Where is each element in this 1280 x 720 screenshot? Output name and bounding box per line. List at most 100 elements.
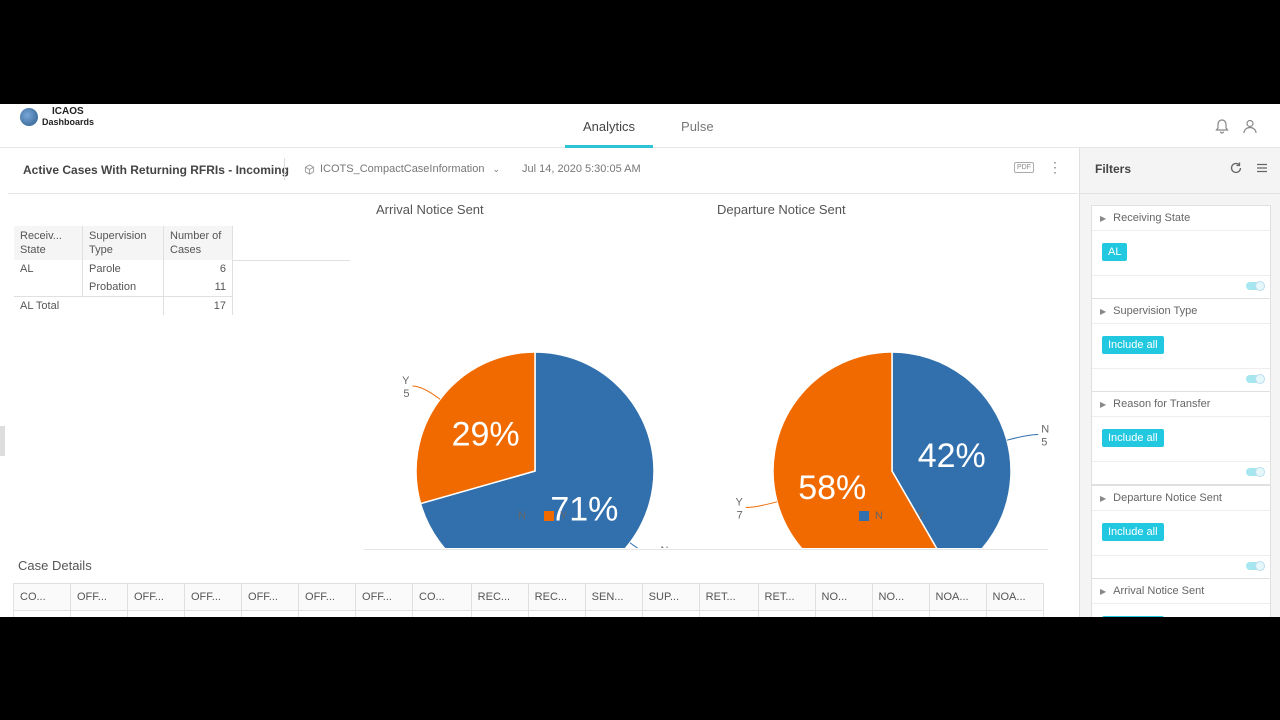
filter-card: ▶ Reason for Transfer Include all	[1091, 391, 1271, 485]
case-column-header[interactable]: RET...	[757, 583, 816, 611]
case-column-header[interactable]: SEN...	[584, 583, 643, 611]
left-panel-handle[interactable]	[0, 426, 5, 456]
filter-card-header[interactable]: ▶ Reason for Transfer	[1092, 392, 1270, 417]
case-column-header[interactable]: OFF...	[298, 583, 357, 611]
legend-label-n: N	[875, 510, 883, 522]
pie-leader-line	[745, 501, 778, 508]
case-column-header[interactable]: OFF...	[355, 583, 414, 611]
filter-card-label: Supervision Type	[1113, 305, 1198, 317]
case-cell: AL	[470, 610, 529, 617]
filter-card-label: Receiving State	[1113, 212, 1191, 224]
filter-value-chip[interactable]: Include all	[1102, 523, 1164, 541]
pie-outer-value: 5	[1041, 437, 1047, 449]
filter-card: ▶ Arrival Notice Sent Include all	[1091, 578, 1271, 617]
case-column-header[interactable]: OFF...	[127, 583, 185, 611]
filters-header: Filters	[1080, 148, 1280, 194]
tab-analytics[interactable]: Analytics	[565, 104, 654, 148]
tab-pulse[interactable]: Pulse	[663, 104, 732, 145]
case-column-header[interactable]: SUP...	[641, 583, 700, 611]
case-column-header[interactable]: RET...	[698, 583, 759, 611]
chevron-right-icon: ▶	[1100, 214, 1107, 223]
section-divider	[364, 549, 1048, 550]
filter-card-header[interactable]: ▶ Receiving State	[1092, 206, 1270, 231]
chevron-right-icon: ▶	[1100, 494, 1107, 503]
filter-value-chip[interactable]: Include all	[1102, 429, 1164, 447]
case-column-header[interactable]: NOA...	[928, 583, 987, 611]
case-cell: frankie	[527, 610, 586, 617]
main-nav: Analytics Pulse	[560, 104, 737, 148]
user-icon[interactable]	[1242, 118, 1258, 134]
filter-card-label: Reason for Transfer	[1113, 398, 1211, 410]
case-column-header[interactable]: NO...	[871, 583, 930, 611]
case-cell: 8/4/20...	[641, 610, 700, 617]
case-cell: Craig, Jr.	[183, 610, 243, 617]
case-column-header[interactable]: REC...	[527, 583, 586, 611]
refresh-icon[interactable]	[1229, 161, 1243, 180]
top-navigation-bar: ICAOS Dashboards Analytics Pulse	[0, 104, 1280, 148]
arrival-legend: N Y	[502, 510, 567, 522]
case-column-header[interactable]: OFF...	[70, 583, 128, 611]
legend-item-y[interactable]: Y	[900, 510, 925, 522]
bell-icon[interactable]	[1214, 118, 1230, 134]
legend-swatch-n	[859, 511, 869, 521]
case-details-table: CO... OFF... OFF... OFF... OFF... OFF... OFF..…	[13, 583, 1044, 617]
legend-swatch-y	[543, 511, 554, 521]
app-window: ICAOS Dashboards Analytics Pulse Active …	[0, 104, 1280, 617]
filter-card-label: Departure Notice Sent	[1113, 492, 1222, 504]
case-cell: 1389644	[13, 610, 71, 617]
pie-outer-label: N	[1041, 424, 1049, 436]
legend-item-n[interactable]: N	[859, 510, 883, 522]
filter-value-chip[interactable]: AL	[1102, 243, 1128, 261]
case-cell: 989339	[70, 610, 128, 617]
filter-card-header[interactable]: ▶ Departure Notice Sent	[1092, 486, 1270, 511]
pie-outer-label: N	[661, 545, 669, 548]
filter-toggle[interactable]	[1246, 374, 1265, 384]
pie-percent-label: 42%	[918, 437, 986, 475]
filter-toggle[interactable]	[1246, 467, 1265, 477]
case-column-header[interactable]: OFF...	[183, 583, 243, 611]
case-cell: N/A	[871, 610, 930, 617]
filter-value-chip[interactable]: Include all	[1102, 616, 1164, 617]
legend-label-y: Y	[916, 510, 925, 522]
dashboard-canvas: Active Cases With Returning RFRIs - Inco…	[8, 148, 1078, 617]
table-row[interactable]: 1389644989339GeorgeCraig, Jr.10/06/...73…	[13, 610, 1044, 617]
case-column-header[interactable]: REC...	[470, 583, 529, 611]
pie-percent-label: 58%	[798, 469, 866, 507]
logo-subtitle: Dashboards	[42, 117, 95, 127]
legend-label-n: N	[518, 510, 526, 522]
filters-panel: Filters ▶ Receiving State AL ▶ Supervision T…	[1079, 148, 1280, 617]
case-column-header[interactable]: NOA...	[985, 583, 1044, 611]
pie-percent-label: 29%	[452, 416, 520, 454]
case-cell: 7/14/20...	[698, 610, 759, 617]
app-logo[interactable]: ICAOS Dashboards	[20, 107, 94, 127]
case-cell: N/A	[757, 610, 816, 617]
departure-legend: N Y	[859, 510, 924, 522]
filter-card-header[interactable]: ▶ Arrival Notice Sent	[1092, 579, 1270, 604]
legend-item-n[interactable]: N	[502, 510, 526, 522]
chevron-right-icon: ▶	[1100, 587, 1107, 596]
filter-toggle[interactable]	[1246, 561, 1265, 571]
pie-leader-line	[412, 385, 441, 400]
chevron-right-icon: ▶	[1100, 400, 1107, 409]
pie-outer-value: 5	[403, 388, 409, 400]
case-column-header[interactable]: NO...	[814, 583, 873, 611]
case-cell: 10/06/...	[241, 610, 300, 617]
filter-card-label: Arrival Notice Sent	[1113, 585, 1205, 597]
legend-swatch-n	[502, 511, 512, 521]
legend-label-y: Y	[559, 510, 568, 522]
pie-leader-line	[629, 542, 639, 548]
chevron-right-icon: ▶	[1100, 307, 1107, 316]
case-cell: ACCEP...	[412, 610, 472, 617]
filter-value-chip[interactable]: Include all	[1102, 336, 1164, 354]
hamburger-menu-icon[interactable]	[1255, 161, 1269, 180]
filter-card-header[interactable]: ▶ Supervision Type	[1092, 299, 1270, 324]
case-cell: 73063	[298, 610, 357, 617]
case-column-header[interactable]: OFF...	[241, 583, 300, 611]
legend-swatch-y	[900, 511, 911, 521]
case-column-header[interactable]: CO...	[13, 583, 71, 611]
case-column-header[interactable]: CO...	[412, 583, 472, 611]
case-header-row: CO... OFF... OFF... OFF... OFF... OFF... OFF..…	[13, 583, 1044, 611]
filter-toggle[interactable]	[1246, 281, 1265, 291]
legend-item-y[interactable]: Y	[543, 510, 568, 522]
pie-charts-svg: 71%N1229%Y542%N558%Y7	[402, 351, 1049, 548]
